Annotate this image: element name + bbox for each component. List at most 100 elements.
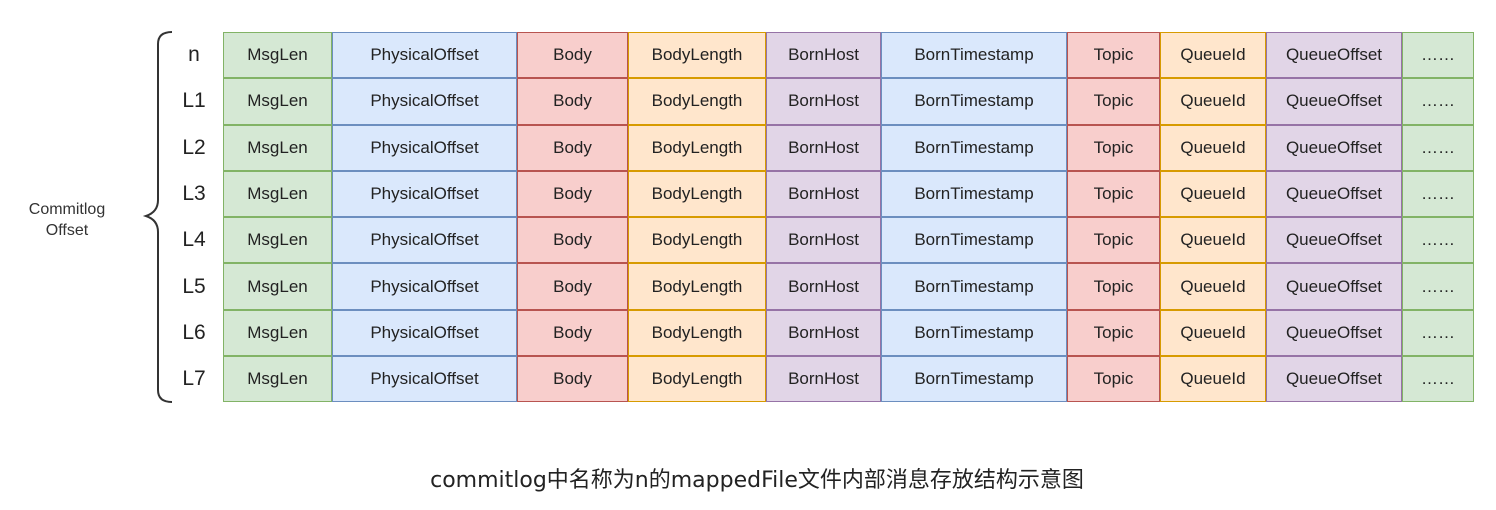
field-cell: Topic (1067, 263, 1160, 310)
field-cell: BornTimestamp (881, 356, 1067, 403)
field-cell: QueueOffset (1266, 309, 1402, 357)
field-cell: MsgLen (223, 217, 332, 264)
field-cell: …… (1402, 170, 1474, 218)
row-label: L5 (182, 274, 206, 298)
side-label-line-2: Offset (45, 222, 89, 239)
message-row: MsgLen PhysicalOffset Body BodyLength BornHo… (223, 217, 1474, 264)
field-cell: …… (1402, 309, 1474, 357)
row-label: L7 (182, 367, 206, 391)
field-cell: QueueId (1160, 217, 1266, 264)
field-cell: Body (517, 309, 628, 357)
field-cell: BornTimestamp (881, 309, 1067, 357)
field-cell: Topic (1067, 309, 1160, 357)
field-cell: BodyLength (628, 217, 766, 264)
field-cell: MsgLen (223, 124, 332, 171)
field-cell: BodyLength (628, 78, 766, 125)
message-row: MsgLen PhysicalOffset Body BodyLength BornHo… (223, 32, 1474, 79)
message-row: MsgLen PhysicalOffset Body BodyLength BornHo… (223, 263, 1474, 310)
field-cell: PhysicalOffset (332, 170, 517, 218)
field-cell: PhysicalOffset (332, 217, 517, 264)
message-row: MsgLen PhysicalOffset Body BodyLength BornHo… (223, 170, 1474, 218)
field-cell: BornTimestamp (881, 124, 1067, 171)
field-cell: QueueId (1160, 32, 1266, 79)
field-cell: BodyLength (628, 263, 766, 310)
message-row: MsgLen PhysicalOffset Body BodyLength BornHo… (223, 124, 1474, 171)
field-cell: Body (517, 356, 628, 403)
row-labels: n L1 L2 L3 L4 L5 L6 L7 (166, 32, 222, 402)
field-cell: Topic (1067, 170, 1160, 218)
field-cell: Body (517, 263, 628, 310)
message-row: MsgLen PhysicalOffset Body BodyLength BornHo… (223, 309, 1474, 357)
field-cell: Body (517, 170, 628, 218)
field-cell: QueueOffset (1266, 263, 1402, 310)
field-cell: QueueOffset (1266, 356, 1402, 403)
field-cell: QueueOffset (1266, 124, 1402, 171)
field-cell: QueueId (1160, 263, 1266, 310)
field-cell: …… (1402, 78, 1474, 125)
field-cell: …… (1402, 32, 1474, 79)
message-structure-grid: MsgLen PhysicalOffset Body BodyLength BornHo… (223, 32, 1474, 403)
field-cell: Topic (1067, 32, 1160, 79)
field-cell: QueueId (1160, 309, 1266, 357)
field-cell: BornTimestamp (881, 170, 1067, 218)
field-cell: PhysicalOffset (332, 263, 517, 310)
field-cell: QueueId (1160, 356, 1266, 403)
field-cell: BornHost (766, 170, 881, 218)
field-cell: …… (1402, 356, 1474, 403)
row-label: L2 (182, 135, 206, 159)
field-cell: MsgLen (223, 309, 332, 357)
message-row: MsgLen PhysicalOffset Body BodyLength BornHo… (223, 356, 1474, 403)
field-cell: BodyLength (628, 124, 766, 171)
field-cell: Topic (1067, 217, 1160, 264)
field-cell: PhysicalOffset (332, 356, 517, 403)
field-cell: Body (517, 217, 628, 264)
field-cell: Body (517, 124, 628, 171)
field-cell: …… (1402, 263, 1474, 310)
field-cell: BornHost (766, 78, 881, 125)
field-cell: BodyLength (628, 356, 766, 403)
field-cell: Topic (1067, 78, 1160, 125)
row-label: L4 (182, 228, 206, 252)
field-cell: BodyLength (628, 309, 766, 357)
row-label: L3 (182, 182, 206, 206)
field-cell: QueueId (1160, 124, 1266, 171)
field-cell: BornHost (766, 217, 881, 264)
field-cell: MsgLen (223, 356, 332, 403)
field-cell: QueueOffset (1266, 217, 1402, 264)
message-row: MsgLen PhysicalOffset Body BodyLength BornHo… (223, 78, 1474, 125)
row-label: L1 (182, 89, 206, 113)
field-cell: Topic (1067, 124, 1160, 171)
field-cell: Topic (1067, 356, 1160, 403)
field-cell: QueueOffset (1266, 32, 1402, 79)
field-cell: Body (517, 32, 628, 79)
commitlog-offset-label: Commitlog Offset (14, 199, 120, 241)
field-cell: …… (1402, 124, 1474, 171)
field-cell: MsgLen (223, 263, 332, 310)
field-cell: BodyLength (628, 170, 766, 218)
field-cell: BornHost (766, 356, 881, 403)
field-cell: BornHost (766, 124, 881, 171)
side-label-line-1: Commitlog (28, 201, 106, 218)
field-cell: BornHost (766, 32, 881, 79)
field-cell: PhysicalOffset (332, 124, 517, 171)
field-cell: QueueOffset (1266, 78, 1402, 125)
field-cell: MsgLen (223, 170, 332, 218)
row-label: L6 (182, 320, 206, 344)
field-cell: BornHost (766, 263, 881, 310)
field-cell: QueueId (1160, 170, 1266, 218)
field-cell: BornTimestamp (881, 263, 1067, 310)
field-cell: BornTimestamp (881, 78, 1067, 125)
field-cell: BornHost (766, 309, 881, 357)
diagram-caption: commitlog中名称为n的mappedFile文件内部消息存放结构示意图 (430, 468, 1084, 493)
field-cell: QueueId (1160, 78, 1266, 125)
field-cell: MsgLen (223, 32, 332, 79)
field-cell: BodyLength (628, 32, 766, 79)
field-cell: PhysicalOffset (332, 309, 517, 357)
field-cell: BornTimestamp (881, 217, 1067, 264)
field-cell: PhysicalOffset (332, 32, 517, 79)
field-cell: PhysicalOffset (332, 78, 517, 125)
field-cell: BornTimestamp (881, 32, 1067, 79)
field-cell: Body (517, 78, 628, 125)
field-cell: MsgLen (223, 78, 332, 125)
field-cell: …… (1402, 217, 1474, 264)
